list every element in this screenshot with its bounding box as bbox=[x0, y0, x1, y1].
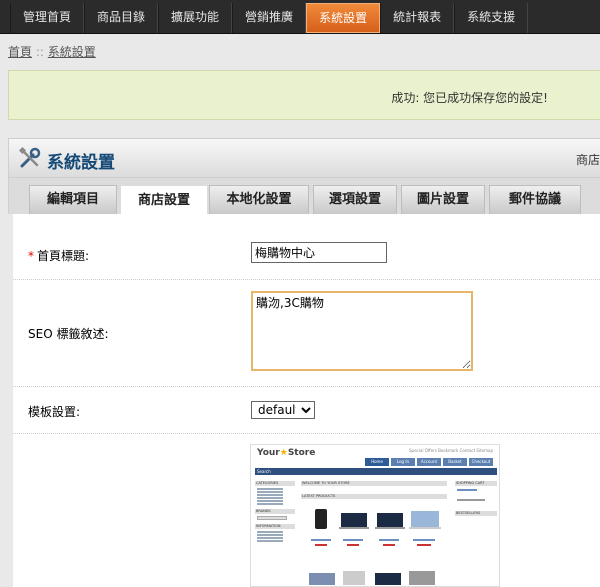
template-preview-image: Your★Store Special Offers Bookmark Conta… bbox=[250, 444, 500, 587]
homepage-title-input[interactable] bbox=[251, 242, 387, 263]
success-message: 成功: 您已成功保存您的設定! bbox=[391, 91, 548, 105]
tab-0[interactable]: 編輯項目 bbox=[29, 185, 117, 214]
nav-item-6[interactable]: 系統支援 bbox=[454, 3, 529, 33]
tools-icon bbox=[18, 146, 41, 168]
preview-main: WELCOME TO YOUR STORE LATEST PRODUCTS bbox=[301, 481, 447, 586]
breadcrumb-home-link[interactable]: 首頁 bbox=[8, 45, 32, 59]
settings-tabs: 編輯項目 商店設置 本地化設置 選項設置 圖片設置 郵件協議 bbox=[8, 178, 600, 214]
preview-nav-item: Account bbox=[417, 458, 441, 466]
preview-nav-item: Basket bbox=[443, 458, 467, 466]
nav-item-0[interactable]: 管理首頁 bbox=[10, 3, 85, 33]
success-message-box: 成功: 您已成功保存您的設定! bbox=[8, 70, 600, 120]
form-row-seo-description: SEO 標籤敘述: 購沕,3C購物 bbox=[13, 280, 600, 387]
preview-star-icon: ★ bbox=[279, 448, 288, 458]
tab-4[interactable]: 圖片設置 bbox=[401, 185, 485, 214]
top-navigation: 管理首頁 商品目錄 擴展功能 營銷推廣 系統設置 統計報表 系統支援 bbox=[0, 0, 600, 34]
nav-item-1[interactable]: 商品目錄 bbox=[84, 3, 159, 33]
preview-nav: Home Log In Account Basket Checkout bbox=[365, 458, 493, 466]
seo-description-textarea[interactable]: 購沕,3C購物 bbox=[251, 291, 473, 371]
breadcrumb: 首頁 :: 系統設置 bbox=[8, 43, 96, 60]
nav-item-3[interactable]: 營銷推廣 bbox=[232, 3, 307, 33]
preview-nav-item: Checkout bbox=[469, 458, 493, 466]
panel-title: 系統設置 bbox=[47, 153, 115, 173]
panel-header-right-text: 商店 bbox=[575, 153, 600, 167]
panel-header: 系統設置 商店 bbox=[8, 138, 600, 178]
preview-products-image bbox=[309, 509, 441, 585]
required-mark: * bbox=[28, 249, 34, 263]
homepage-title-label-text: 首頁標題: bbox=[37, 249, 90, 263]
preview-right-column: SHOPPING CART BESTSELLERS bbox=[455, 481, 497, 519]
form-row-homepage-title: * 首頁標題: bbox=[13, 214, 600, 280]
nav-item-5[interactable]: 統計報表 bbox=[380, 3, 455, 33]
breadcrumb-current-link[interactable]: 系統設置 bbox=[48, 45, 96, 59]
seo-description-label: SEO 標籤敘述: bbox=[28, 327, 109, 341]
tab-5[interactable]: 郵件協議 bbox=[489, 185, 581, 214]
settings-form: *首頁標題: SEO 標籤敘述: 購沕,3C購物 模板設置: default Y… bbox=[13, 214, 600, 587]
preview-nav-item: Log In bbox=[391, 458, 415, 466]
template-select[interactable]: default bbox=[251, 401, 315, 419]
tab-1[interactable]: 商店設置 bbox=[121, 186, 207, 214]
homepage-title-label: * 首頁標題: bbox=[28, 247, 89, 264]
form-row-template: 模板設置: default bbox=[13, 387, 600, 434]
template-label: 模板設置: bbox=[28, 405, 81, 419]
tab-2[interactable]: 本地化設置 bbox=[209, 185, 309, 214]
preview-sidebar: CATEGORIES BRANDS INFORMATION bbox=[255, 481, 295, 543]
nav-item-2[interactable]: 擴展功能 bbox=[158, 3, 233, 33]
preview-top-links: Special Offers Bookmark Contact Sitemap bbox=[409, 448, 493, 453]
preview-search-bar: Search bbox=[255, 468, 497, 475]
tab-3[interactable]: 選項設置 bbox=[313, 185, 397, 214]
preview-nav-item: Home bbox=[365, 458, 389, 466]
preview-logo: Your★Store bbox=[257, 448, 316, 458]
breadcrumb-separator: :: bbox=[35, 45, 44, 59]
nav-item-4[interactable]: 系統設置 bbox=[306, 3, 381, 33]
